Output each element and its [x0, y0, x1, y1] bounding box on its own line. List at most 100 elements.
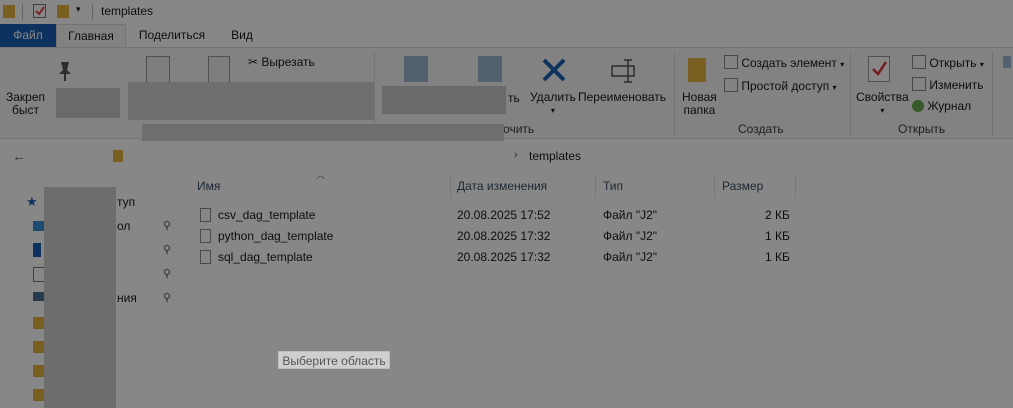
rename-button[interactable]: Переименовать [578, 91, 666, 104]
ribbon-tabs: Файл Главная Поделиться Вид [0, 24, 1013, 47]
rename-icon [610, 56, 638, 84]
history-label: Журнал [927, 99, 972, 113]
redacted-area [382, 86, 506, 114]
history-button[interactable]: Журнал [912, 99, 971, 113]
column-header-type[interactable]: Тип [603, 179, 623, 193]
properties-label: Свойства [856, 90, 909, 104]
open-group-label: Открыть [898, 122, 946, 136]
redacted-area [44, 187, 116, 408]
redacted-area [56, 88, 120, 118]
window-title: templates [101, 4, 154, 18]
easy-access-button[interactable]: Простой доступ ▾ [724, 78, 837, 93]
file-size: 1 КБ [765, 250, 790, 264]
copy-to-label: ть [508, 91, 520, 105]
pictures-label[interactable]: ния [117, 291, 137, 305]
pin-icon[interactable]: ⚲ [163, 243, 171, 256]
open-button[interactable]: Открыть ▾ [912, 55, 984, 70]
file-type: Файл "J2" [603, 208, 658, 222]
address-current-folder[interactable]: templates [529, 149, 581, 163]
address-bar: ← › templates [0, 141, 1013, 171]
file-row[interactable]: csv_dag_template 20.08.2025 17:52 Файл "… [190, 205, 800, 225]
file-size: 1 КБ [765, 229, 790, 243]
cut-button[interactable]: ✂ Вырезать [248, 55, 315, 69]
navigation-pane: ★ туп ол ⚲ ⚲ ⚲ ния ⚲ [0, 171, 185, 408]
paste-icon[interactable] [208, 56, 230, 84]
tab-file[interactable]: Файл [0, 24, 56, 47]
separator [22, 4, 23, 20]
sort-ascending-icon: ︿ [316, 170, 326, 180]
chevron-right-icon: › [514, 149, 518, 161]
history-icon [912, 100, 924, 112]
group-separator [674, 52, 675, 136]
scissors-icon: ✂ [248, 55, 259, 69]
column-header-name[interactable]: Имя [197, 179, 220, 193]
file-row[interactable]: python_dag_template 20.08.2025 17:32 Фай… [190, 226, 800, 246]
downloads-icon [33, 243, 41, 257]
properties-dropdown-icon[interactable]: ▾ [856, 104, 909, 117]
pictures-icon [33, 292, 44, 301]
file-date: 20.08.2025 17:52 [457, 208, 551, 222]
file-icon [200, 208, 211, 222]
group-separator [992, 52, 993, 136]
new-folder-label-2: папка [683, 103, 716, 117]
column-header-size[interactable]: Размер [722, 179, 763, 193]
desktop-label[interactable]: ол [117, 219, 130, 233]
file-icon [200, 250, 211, 264]
file-type: Файл "J2" [603, 229, 658, 243]
quick-access-label[interactable]: туп [117, 195, 135, 209]
pin-icon[interactable]: ⚲ [163, 291, 171, 304]
copy-icon[interactable] [146, 56, 170, 84]
new-folder-button[interactable]: Новая папка [682, 91, 717, 117]
file-name: csv_dag_template [218, 208, 316, 222]
pin-label-2: быст [12, 103, 40, 117]
new-item-button[interactable]: Создать элемент ▾ [724, 55, 844, 70]
separator [92, 4, 93, 20]
delete-icon [540, 56, 568, 84]
column-divider[interactable] [714, 176, 715, 198]
new-folder-icon [688, 58, 706, 82]
pin-quick-access-button[interactable]: Закреп быст [6, 91, 45, 117]
group-separator [850, 52, 851, 136]
properties-quick-icon[interactable] [33, 4, 46, 18]
open-icon [912, 55, 926, 69]
new-item-label: Создать элемент [741, 56, 837, 70]
delete-label: Удалить [530, 90, 576, 104]
select-icon[interactable] [1003, 56, 1011, 68]
file-name: python_dag_template [218, 229, 334, 243]
open-label: Открыть [929, 56, 977, 70]
select-area-hint: Выберите область [278, 351, 390, 369]
file-name: sql_dag_template [218, 250, 313, 264]
move-to-icon[interactable] [404, 56, 428, 82]
star-icon: ★ [26, 194, 38, 209]
folder-icon [3, 5, 15, 18]
back-arrow-icon[interactable]: ← [12, 148, 26, 164]
properties-icon [868, 56, 890, 82]
properties-button[interactable]: Свойства ▾ [856, 91, 909, 117]
copy-to-icon[interactable] [478, 56, 502, 82]
pin-icon [55, 60, 75, 82]
edit-icon [912, 77, 926, 91]
delete-dropdown-icon[interactable]: ▾ [530, 104, 576, 117]
column-divider[interactable] [795, 176, 796, 198]
easy-access-icon [724, 78, 738, 92]
delete-button[interactable]: Удалить ▾ [530, 91, 576, 117]
file-icon [200, 229, 211, 243]
title-bar: ▾ templates [0, 0, 1013, 24]
file-date: 20.08.2025 17:32 [457, 229, 551, 243]
pin-icon[interactable]: ⚲ [163, 267, 171, 280]
file-size: 2 КБ [765, 208, 790, 222]
tab-share[interactable]: Поделиться [131, 24, 213, 47]
tab-view[interactable]: Вид [222, 24, 262, 47]
redacted-area [128, 82, 374, 120]
new-folder-quick-icon[interactable] [57, 5, 69, 18]
easy-access-label: Простой доступ [741, 79, 830, 93]
edit-button[interactable]: Изменить [912, 77, 983, 92]
column-divider[interactable] [595, 176, 596, 198]
pin-icon[interactable]: ⚲ [163, 219, 171, 232]
file-type: Файл "J2" [603, 250, 658, 264]
customize-toolbar-icon[interactable]: ▾ [76, 4, 81, 15]
column-divider[interactable] [450, 176, 451, 198]
tab-home[interactable]: Главная [56, 24, 126, 47]
column-header-date[interactable]: Дата изменения [457, 179, 547, 193]
file-row[interactable]: sql_dag_template 20.08.2025 17:32 Файл "… [190, 247, 800, 267]
